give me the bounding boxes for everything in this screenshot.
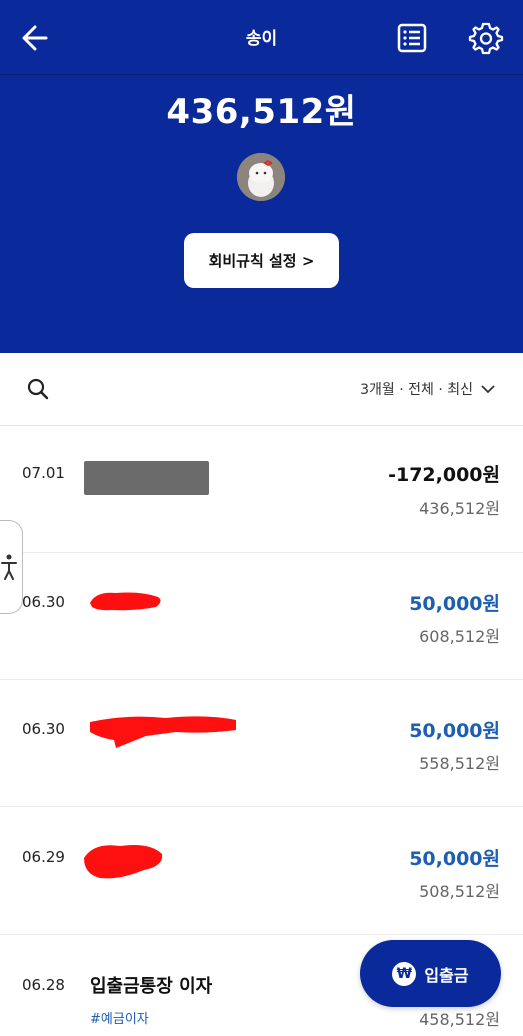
transaction-amount: 50,000원 <box>409 593 500 615</box>
header-divider <box>0 74 523 75</box>
gear-icon <box>468 22 504 55</box>
deposit-withdraw-label: 입출금 <box>424 965 469 985</box>
redacted-name-scribble <box>84 845 163 879</box>
transaction-name: 입출금통장 이자 <box>90 976 213 997</box>
transaction-date: 06.30 <box>22 593 65 611</box>
filter-bar: 3개월 · 전체 · 최신 <box>0 353 523 426</box>
transaction-date: 06.28 <box>22 976 65 994</box>
transaction-date: 07.01 <box>22 464 65 482</box>
search-button[interactable] <box>26 377 50 401</box>
back-button[interactable] <box>16 18 56 58</box>
redacted-name-box <box>84 461 209 495</box>
back-arrow-icon <box>22 25 48 51</box>
chevron-down-icon <box>481 385 495 394</box>
account-balance: 436,512원 <box>166 92 357 132</box>
transaction-row[interactable]: 06.30 50,000원 608,512원 <box>0 553 523 680</box>
filter-dropdown[interactable]: 3개월 · 전체 · 최신 <box>360 379 495 399</box>
list-icon <box>397 23 427 53</box>
transaction-date: 06.29 <box>22 848 65 866</box>
transaction-amount: 50,000원 <box>409 720 500 742</box>
transaction-balance: 608,512원 <box>419 627 500 646</box>
won-icon: ₩ <box>392 961 417 986</box>
accessibility-icon <box>1 554 17 580</box>
transaction-row[interactable]: 06.29 50,000원 508,512원 <box>0 808 523 935</box>
transaction-amount: -172,000원 <box>388 464 500 486</box>
filter-label: 3개월 · 전체 · 최신 <box>360 382 473 398</box>
settings-button[interactable] <box>466 18 506 58</box>
redacted-name-scribble <box>90 716 236 748</box>
search-icon <box>27 378 49 400</box>
account-header: 송이 436,512원 회비규칙 설정 > <box>0 0 523 353</box>
statement-list-button[interactable] <box>392 18 432 58</box>
transaction-tag[interactable]: #예금이자 <box>90 1008 149 1027</box>
accessibility-tab[interactable] <box>0 520 23 614</box>
transaction-row[interactable]: 07.01 -172,000원 436,512원 <box>0 426 523 553</box>
deposit-withdraw-button[interactable]: ₩ 입출금 <box>360 940 501 1007</box>
redacted-name-scribble <box>90 592 161 611</box>
transaction-balance: 508,512원 <box>419 882 500 901</box>
avatar[interactable] <box>237 153 285 201</box>
fee-rule-settings-button[interactable]: 회비규칙 설정 > <box>184 233 339 288</box>
transaction-balance: 436,512원 <box>419 499 500 518</box>
account-title: 송이 <box>245 29 278 49</box>
profile-image-icon <box>237 153 285 201</box>
transaction-amount: 50,000원 <box>409 848 500 870</box>
transaction-balance: 558,512원 <box>419 754 500 773</box>
transaction-date: 06.30 <box>22 720 65 738</box>
transaction-balance: 458,512원 <box>419 1010 500 1029</box>
transaction-row[interactable]: 06.30 50,000원 558,512원 <box>0 680 523 807</box>
